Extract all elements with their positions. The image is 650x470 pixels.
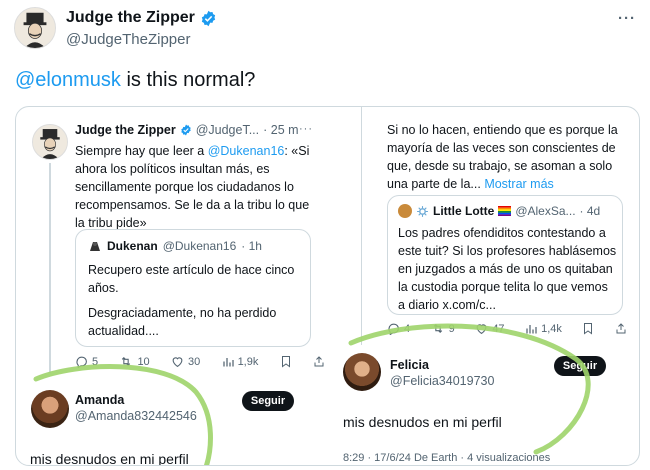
left-quoted-tweet[interactable]: Dukenan @Dukenan16 · 1h Recupero este ar… [75,229,311,347]
bookmark-icon[interactable] [280,355,292,368]
right-views-count: 1,4k [541,322,562,335]
quote-author-handle[interactable]: @Dukenan16 [163,239,237,253]
views-button[interactable]: 1,9k [222,355,259,368]
felicia-handle[interactable]: @Felicia34019730 [390,374,494,388]
retweet-button[interactable]: 10 [119,355,150,368]
rainbow-flag-icon [498,206,512,216]
verified-badge-icon [181,124,191,136]
views-icon [526,324,537,333]
follow-amanda-button[interactable]: Seguir [242,391,294,411]
little-lotte-name[interactable]: Little Lotte [433,204,494,218]
left-more-icon[interactable]: ··· [299,123,313,135]
reply-count: 5 [92,355,99,368]
left-author-name[interactable]: Judge the Zipper [75,123,176,137]
little-lotte-text: Los padres ofendiditos contestando a est… [398,226,617,312]
retweet-count: 10 [137,355,150,368]
left-text-part1: Siempre hay que leer a [75,144,208,158]
felicia-reply-text: mis desnudos en mi perfil [343,414,502,430]
right-views-button[interactable]: 1,4k [525,323,562,335]
retweet-icon [433,323,442,334]
quote-text-1: Recupero este artículo de hace cinco año… [88,263,295,295]
little-lotte-avatar [398,204,412,218]
right-reply-button[interactable]: 4 [387,322,410,335]
left-author-handle[interactable]: @JudgeT... [196,123,259,137]
left-tweet-text: Siempre hay que leer a @Dukenan16: «Si a… [75,142,315,232]
quote-text-2: Desgraciadamente, no ha perdido actualid… [88,306,277,338]
right-retweet-count: 9 [448,322,455,335]
main-avatar[interactable] [14,7,56,49]
heart-icon [172,357,183,368]
heart-icon [476,324,487,335]
main-author-name[interactable]: Judge the Zipper [66,9,195,27]
left-timestamp[interactable]: · 25 m [263,123,298,137]
more-options-icon[interactable]: ··· [618,10,636,27]
share-icon[interactable] [615,322,627,335]
right-reply-count: 4 [404,322,411,335]
left-tweet-avatar[interactable] [32,124,68,160]
bookmark-icon[interactable] [582,322,594,335]
right-retweet-button[interactable]: 9 [431,322,455,335]
gear-flower-icon [417,205,428,217]
views-count: 1,9k [237,355,259,368]
right-like-button[interactable]: 47 [475,322,505,335]
quote-author-name[interactable]: Dukenan [107,239,158,253]
reply-icon [76,356,87,368]
felicia-avatar[interactable] [343,353,381,391]
like-count: 30 [188,355,201,368]
judge-portrait-icon [15,8,55,48]
right-quoted-tweet[interactable]: Little Lotte @AlexSa... · 4d Los padres … [387,195,623,315]
amanda-avatar[interactable] [31,390,69,428]
right-tweet-text: Si no lo hacen, entiendo que es porque l… [387,121,627,193]
embedded-screenshot[interactable]: Judge the Zipper @JudgeT... · 25 m ··· S… [15,106,640,466]
follow-felicia-button[interactable]: Seguir [554,356,606,376]
thread-line [49,163,51,373]
main-author-handle[interactable]: @JudgeTheZipper [66,31,190,48]
show-more-link[interactable]: Mostrar más [484,177,553,191]
mention-link[interactable]: @elonmusk [15,69,121,91]
reply-icon [388,323,399,335]
share-icon[interactable] [313,355,325,368]
column-divider [361,107,362,345]
verified-badge-icon [201,10,216,26]
main-tweet-text: @elonmusk is this normal? [15,69,255,92]
amanda-reply-text: mis desnudos en mi perfil [30,451,189,466]
felicia-name[interactable]: Felicia [390,358,429,372]
quote-timestamp[interactable]: · 1h [241,239,262,253]
felicia-footer: 8:29 · 17/6/24 De Earth · 4 visualizacio… [343,452,551,464]
amanda-handle[interactable]: @Amanda832442546 [75,409,197,423]
dukenan-avatar-icon [88,239,102,253]
retweet-icon [122,356,131,367]
like-button[interactable]: 30 [171,355,200,368]
left-mention-link[interactable]: @Dukenan16 [208,144,285,158]
little-lotte-time[interactable]: · 4d [580,204,601,218]
right-like-count: 47 [492,322,505,335]
judge-portrait-icon [33,125,67,159]
main-text-body: is this normal? [120,69,256,91]
little-lotte-handle[interactable]: @AlexSa... [515,204,575,218]
views-icon [222,357,234,366]
reply-button[interactable]: 5 [75,355,98,368]
amanda-name[interactable]: Amanda [75,393,124,407]
